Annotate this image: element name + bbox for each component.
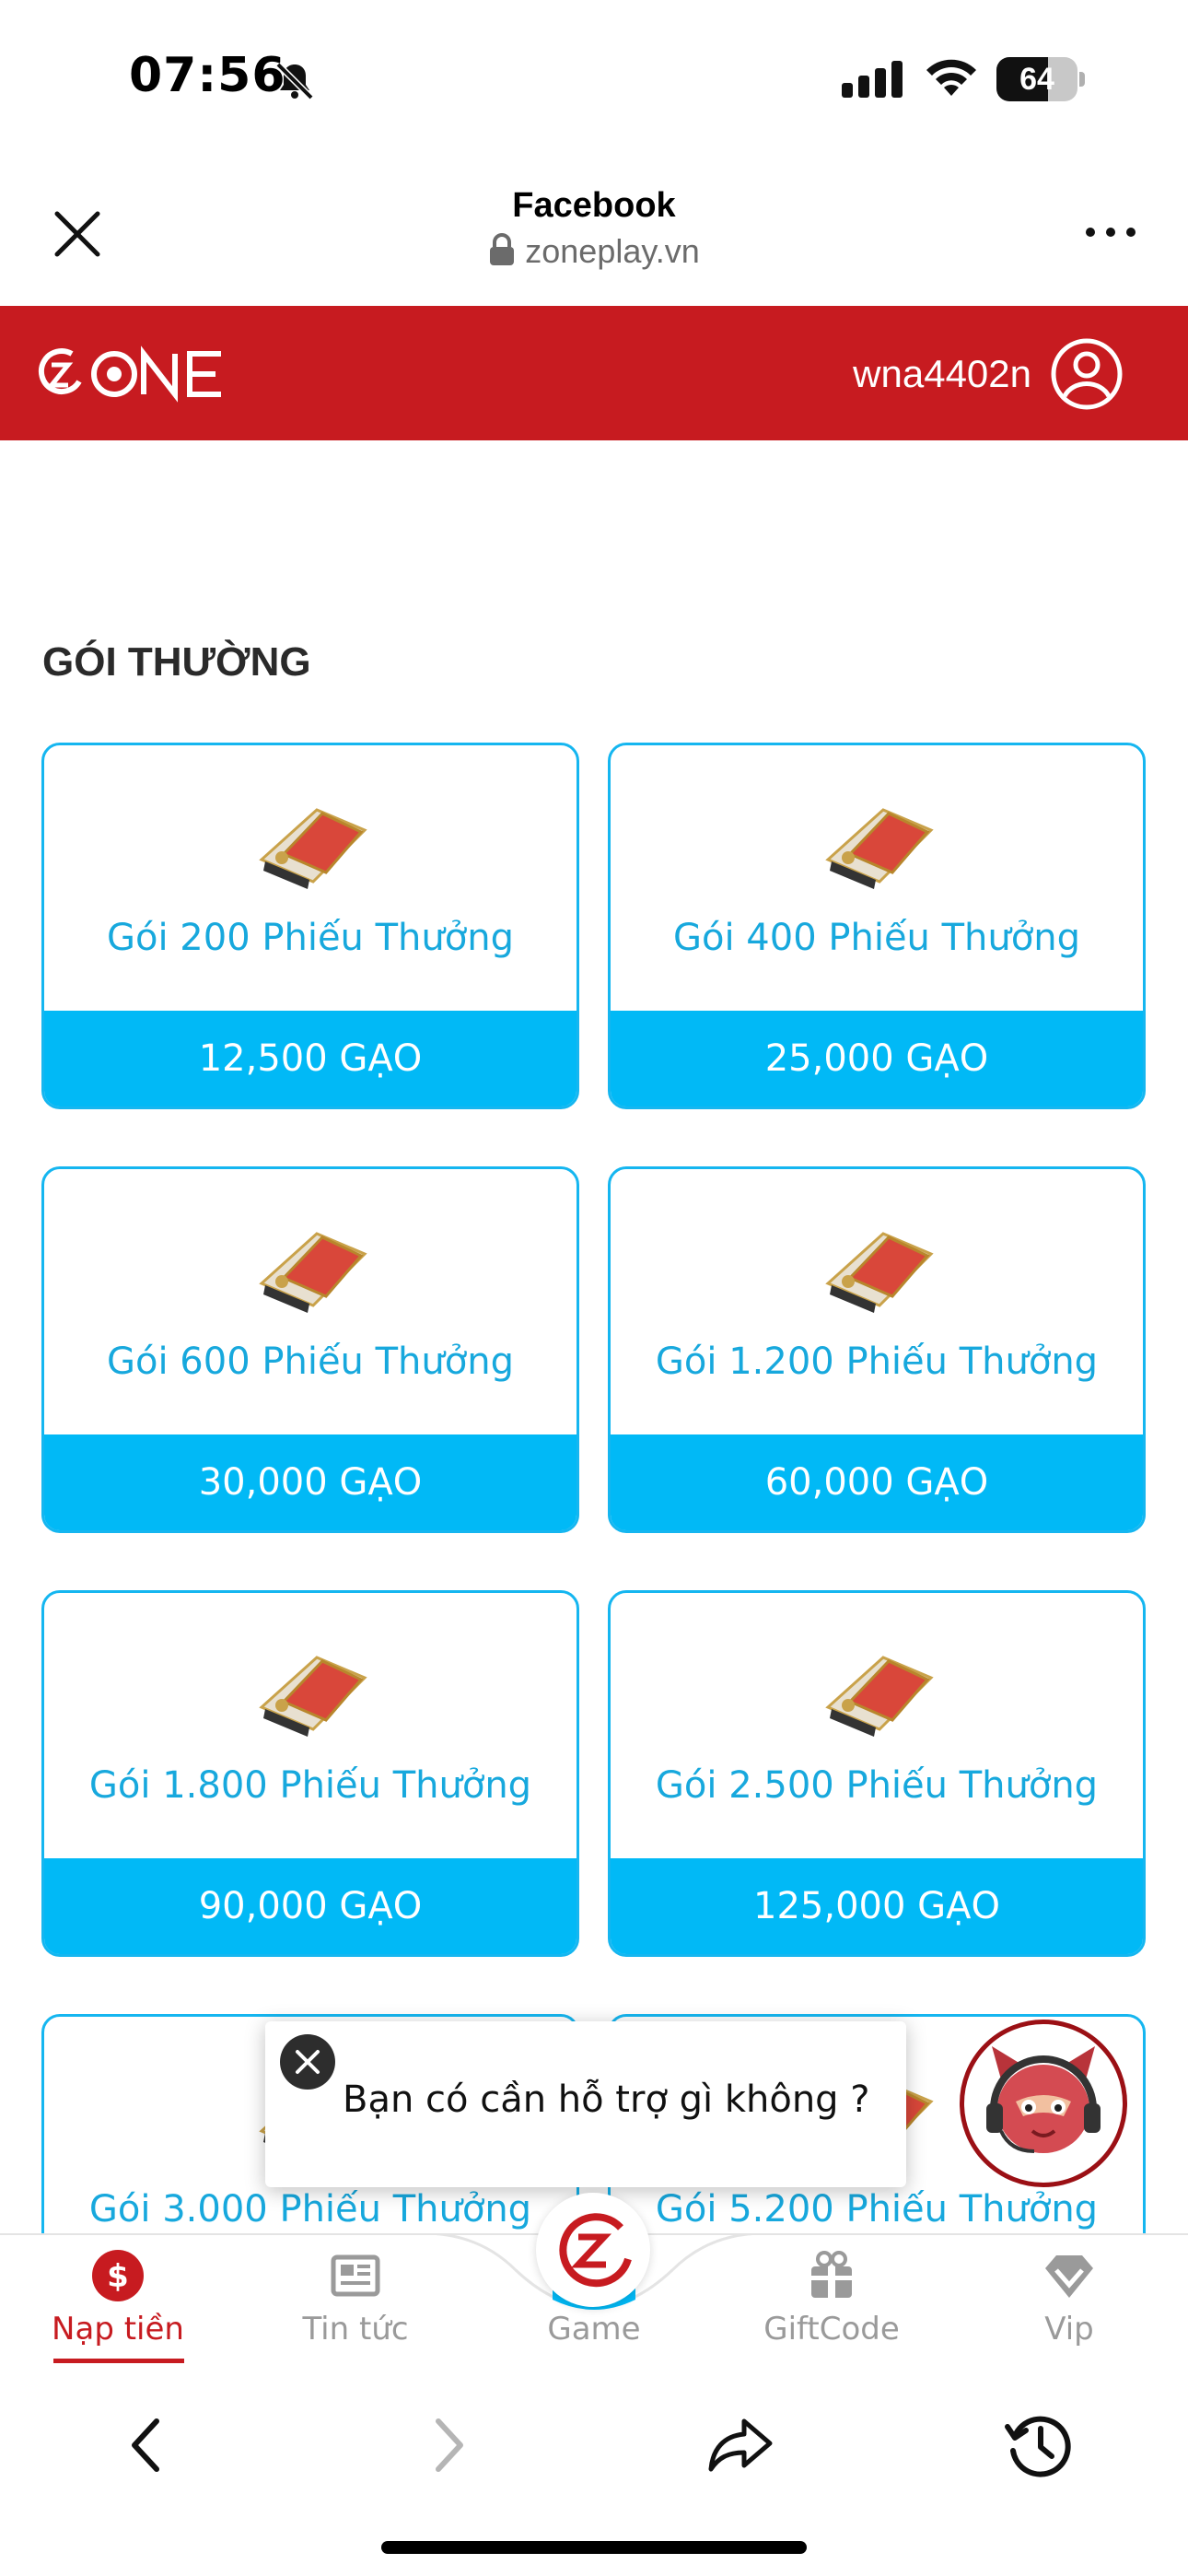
- reward-ticket-icon: [825, 1232, 934, 1313]
- nav-label: Tin tức: [302, 2311, 409, 2348]
- nav-item-giftcode[interactable]: GiftCode: [740, 2235, 924, 2373]
- nav-label: Nạp tiền: [52, 2311, 184, 2348]
- forward-arrow-icon[interactable]: [411, 2408, 484, 2482]
- battery-level: 64: [1019, 62, 1054, 97]
- chat-close-button[interactable]: [280, 2034, 335, 2090]
- package-card[interactable]: Gói 1.800 Phiếu Thưởng 90,000 GẠO: [41, 1590, 579, 1957]
- package-name: Gói 2.500 Phiếu Thưởng: [655, 1764, 1099, 1807]
- status-time: 07:56: [129, 48, 286, 103]
- more-icon[interactable]: [1083, 221, 1138, 243]
- back-arrow-icon[interactable]: [111, 2408, 184, 2482]
- svg-text:$: $: [107, 2258, 129, 2295]
- reward-ticket-icon: [825, 808, 934, 889]
- battery-icon: 64: [996, 57, 1085, 101]
- package-price[interactable]: 25,000 GẠO: [611, 1011, 1143, 1107]
- username[interactable]: wna4402n: [810, 348, 1031, 400]
- package-price[interactable]: 60,000 GẠO: [611, 1434, 1143, 1530]
- package-name: Gói 5.200 Phiếu Thưởng: [655, 2188, 1099, 2231]
- package-name: Gói 3.000 Phiếu Thưởng: [88, 2188, 532, 2231]
- package-price[interactable]: 30,000 GẠO: [44, 1434, 577, 1530]
- nav-label: Vip: [1044, 2311, 1094, 2348]
- package-card[interactable]: Gói 600 Phiếu Thưởng 30,000 GẠO: [41, 1166, 579, 1533]
- status-bar: 07:56 64: [0, 0, 1188, 157]
- nav-label: GiftCode: [763, 2311, 900, 2348]
- browser-title: Facebook: [512, 186, 676, 225]
- section-title: GÓI THƯỜNG: [42, 639, 311, 685]
- history-icon[interactable]: [1002, 2408, 1076, 2482]
- zone-logo[interactable]: [31, 345, 234, 404]
- share-icon[interactable]: [704, 2408, 777, 2482]
- bell-slash-icon: [275, 62, 314, 100]
- package-name: Gói 200 Phiếu Thưởng: [107, 917, 514, 959]
- user-icon[interactable]: [1050, 337, 1124, 411]
- url-bar[interactable]: zoneplay.vn: [0, 232, 1188, 271]
- support-avatar[interactable]: [960, 2020, 1127, 2187]
- package-card[interactable]: Gói 1.200 Phiếu Thưởng 60,000 GẠO: [608, 1166, 1146, 1533]
- package-name: Gói 600 Phiếu Thưởng: [107, 1341, 514, 1383]
- package-price[interactable]: 12,500 GẠO: [44, 1011, 577, 1107]
- wifi-icon: [926, 59, 976, 96]
- nav-item-nap-tien[interactable]: $ Nạp tiền: [26, 2235, 210, 2373]
- home-indicator: [381, 2541, 807, 2554]
- package-price[interactable]: 125,000 GẠO: [611, 1858, 1143, 1954]
- browser-header: Facebook zoneplay.vn: [0, 157, 1188, 306]
- package-card[interactable]: Gói 400 Phiếu Thưởng 25,000 GẠO: [608, 743, 1146, 1109]
- browser-url: zoneplay.vn: [525, 232, 700, 270]
- mascot-headset-icon: [986, 2046, 1101, 2153]
- site-header: wna4402n: [0, 306, 1188, 440]
- nav-item-vip[interactable]: Vip: [977, 2235, 1161, 2373]
- reward-ticket-icon: [825, 1656, 934, 1737]
- dollar-icon: $: [92, 2250, 144, 2301]
- reward-ticket-icon: [259, 1656, 367, 1737]
- package-name: Gói 1.800 Phiếu Thưởng: [88, 1764, 532, 1807]
- reward-ticket-icon: [259, 808, 367, 889]
- package-name: Gói 400 Phiếu Thưởng: [673, 917, 1080, 959]
- chat-message: Bạn có cần hỗ trợ gì không ?: [343, 2078, 870, 2121]
- news-icon: [331, 2254, 380, 2297]
- nav-item-tin-tuc[interactable]: Tin tức: [263, 2235, 448, 2373]
- package-card[interactable]: Gói 2.500 Phiếu Thưởng 125,000 GẠO: [608, 1590, 1146, 1957]
- reward-ticket-icon: [259, 1232, 367, 1313]
- package-card[interactable]: Gói 200 Phiếu Thưởng 12,500 GẠO: [41, 743, 579, 1109]
- package-name: Gói 1.200 Phiếu Thưởng: [655, 1341, 1099, 1383]
- package-price[interactable]: 90,000 GẠO: [44, 1858, 577, 1954]
- active-indicator: [53, 2359, 184, 2363]
- game-center-button[interactable]: [536, 2193, 650, 2307]
- diamond-icon: [1045, 2255, 1093, 2298]
- lock-icon: [490, 233, 515, 265]
- zone-logo-icon: [559, 2213, 632, 2288]
- support-chat-popup[interactable]: Bạn có cần hỗ trợ gì không ?: [265, 2021, 906, 2187]
- cellular-signal-icon: [842, 61, 903, 98]
- gift-icon: [811, 2251, 852, 2298]
- close-icon: [296, 2050, 320, 2074]
